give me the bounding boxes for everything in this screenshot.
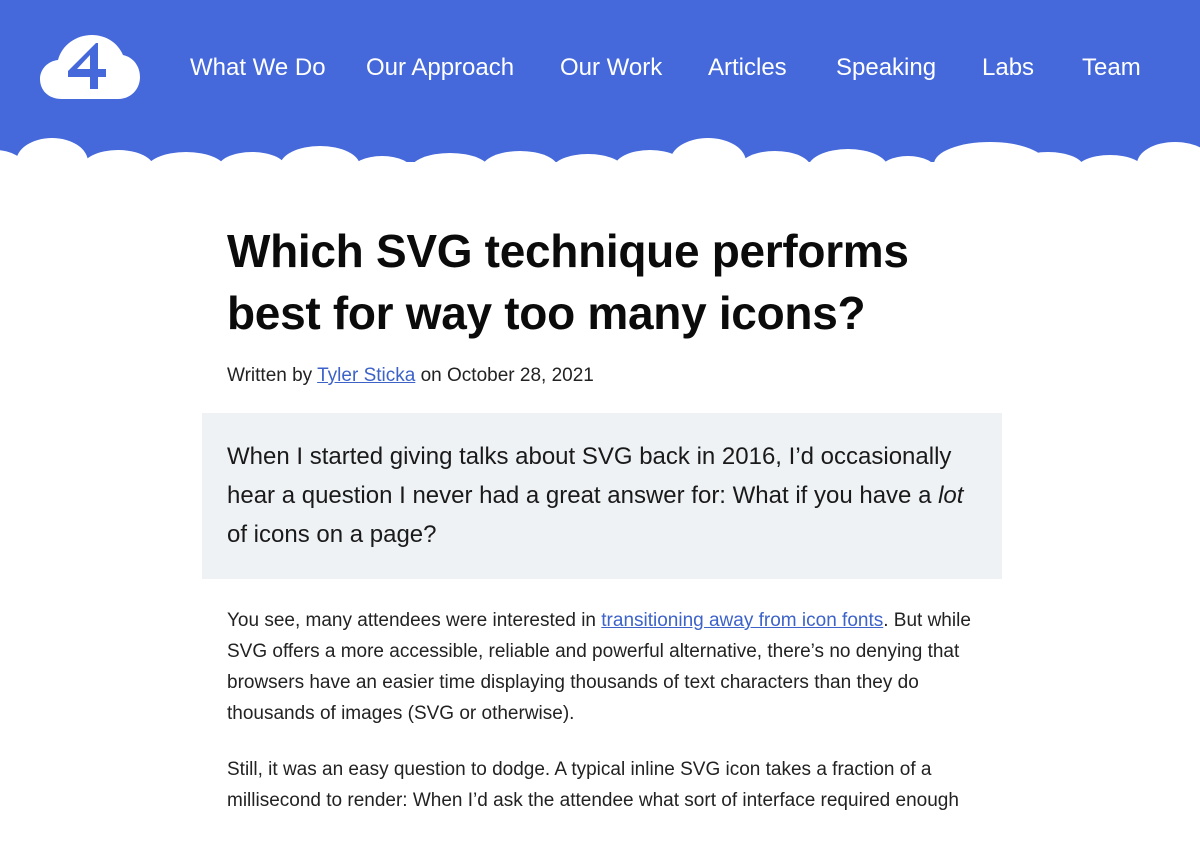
article-body: You see, many attendees were interested …	[227, 605, 987, 841]
nav-item-what-we-do[interactable]: What We Do	[190, 51, 326, 85]
icon-fonts-link[interactable]: transitioning away from icon fonts	[601, 610, 883, 631]
cloud-border-decoration	[0, 138, 1200, 170]
nav-item-labs[interactable]: Labs	[982, 51, 1034, 85]
title-line-2: best for way too many icons?	[227, 287, 866, 339]
paragraph-2: Still, it was an easy question to dodge.…	[227, 759, 959, 811]
intro-callout: When I started giving talks about SVG ba…	[202, 413, 1002, 579]
byline: Written by Tyler Sticka on October 28, 2…	[227, 362, 987, 390]
title-line-1: Which SVG technique performs	[227, 225, 909, 277]
article-header: Which SVG technique performs best for wa…	[227, 220, 987, 390]
nav-item-speaking[interactable]: Speaking	[836, 51, 936, 85]
intro-text-before: When I started giving talks about SVG ba…	[227, 443, 952, 509]
byline-prefix: Written by	[227, 365, 318, 386]
page-title: Which SVG technique performs best for wa…	[227, 220, 987, 344]
paragraph-1-before: You see, many attendees were interested …	[227, 610, 602, 631]
nav-item-our-approach[interactable]: Our Approach	[366, 51, 514, 85]
nav-item-articles[interactable]: Articles	[708, 51, 787, 85]
byline-date: on October 28, 2021	[415, 365, 594, 386]
intro-text-after: of icons on a page?	[227, 521, 437, 548]
cloud-four-logo-icon[interactable]	[40, 33, 140, 101]
author-link[interactable]: Tyler Sticka	[317, 365, 415, 386]
site-header: What We Do Our Approach Our Work Article…	[0, 0, 1200, 170]
nav-item-team[interactable]: Team	[1082, 51, 1141, 85]
nav-item-our-work[interactable]: Our Work	[560, 51, 662, 85]
intro-text: When I started giving talks about SVG ba…	[227, 437, 977, 554]
paragraph-1: You see, many attendees were interested …	[227, 605, 987, 729]
intro-emphasis: lot	[938, 482, 964, 509]
